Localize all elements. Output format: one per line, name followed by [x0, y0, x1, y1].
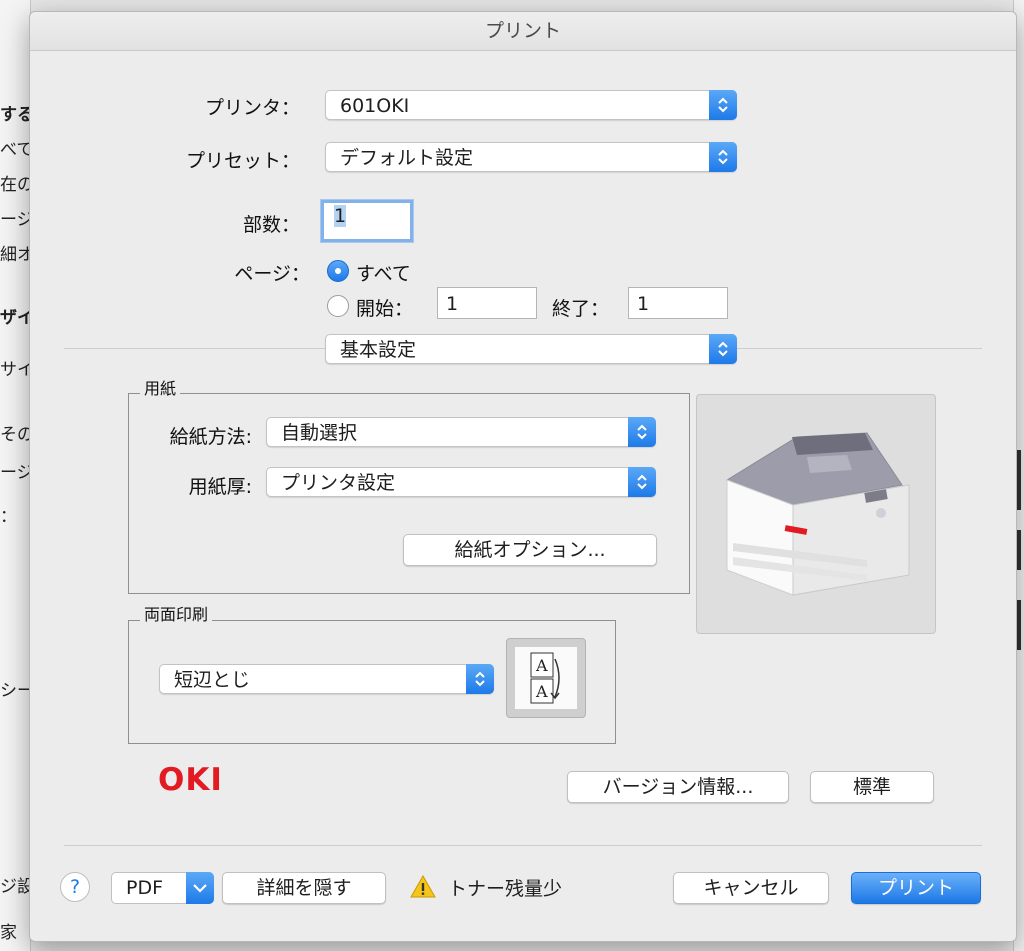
- paper-thickness-label: 用紙厚:: [188, 476, 252, 498]
- hide-details-button[interactable]: 詳細を隠す: [222, 872, 386, 904]
- updown-chevron-icon: [709, 90, 737, 120]
- hide-details-label: 詳細を隠す: [256, 877, 352, 899]
- copies-value: 1: [334, 205, 347, 227]
- printer-illustration-icon: [725, 432, 910, 596]
- status-text: トナー残量少: [448, 878, 563, 900]
- paper-source-value: 自動選択: [281, 422, 358, 444]
- updown-chevron-icon: [709, 142, 737, 172]
- print-dialog: プリント プリンタ： 601OKI プリセット： デフォルト設定 部数： 1 ペ…: [29, 11, 1017, 942]
- panel-select[interactable]: 基本設定: [325, 334, 737, 364]
- preset-label: プリセット：: [185, 150, 300, 172]
- duplex-icon-letter: A: [535, 656, 548, 675]
- paper-group-title: 用紙: [140, 375, 181, 399]
- updown-chevron-icon: [628, 467, 656, 497]
- cancel-label: キャンセル: [703, 877, 799, 899]
- pages-to-value: 1: [637, 293, 650, 315]
- print-button[interactable]: プリント: [851, 872, 981, 904]
- duplex-value: 短辺とじ: [174, 669, 251, 691]
- version-info-label: バージョン情報...: [602, 776, 754, 798]
- pages-from-label: 開始：: [356, 298, 414, 320]
- preset-select[interactable]: デフォルト設定: [325, 142, 737, 172]
- copies-field[interactable]: 1: [321, 200, 413, 242]
- dialog-title: プリント: [30, 12, 1016, 51]
- print-label: プリント: [877, 877, 954, 899]
- background-sidebar: するペ べて 在の ージ 細オ ザイ サイ その印 ージ ： シー ジ設 家: [0, 0, 51, 951]
- paper-source-select[interactable]: 自動選択: [266, 417, 656, 447]
- duplex-group-title: 両面印刷: [140, 601, 213, 625]
- chevron-down-icon: [186, 872, 214, 904]
- printer-value: 601OKI: [340, 95, 410, 117]
- duplex-icon-letter: A: [535, 682, 548, 701]
- pdf-menu-button[interactable]: PDF: [111, 872, 214, 904]
- printer-select[interactable]: 601OKI: [325, 90, 737, 120]
- updown-chevron-icon: [709, 334, 737, 364]
- pages-all-label: すべて: [356, 263, 411, 285]
- warning-icon: [410, 874, 436, 898]
- paper-options-button[interactable]: 給紙オプション...: [403, 534, 657, 566]
- copies-label: 部数：: [242, 214, 300, 236]
- updown-chevron-icon: [628, 417, 656, 447]
- oki-logo: OKI: [158, 762, 223, 798]
- short-edge-binding-icon: A A: [506, 638, 586, 718]
- pages-all-radio[interactable]: [327, 260, 349, 282]
- panel-value: 基本設定: [340, 339, 417, 361]
- printer-image: [696, 394, 936, 634]
- defaults-label: 標準: [852, 776, 891, 798]
- paper-thickness-value: プリンタ設定: [281, 472, 396, 494]
- pages-to-label: 終了：: [552, 298, 610, 320]
- background-text: ：: [0, 507, 17, 527]
- pages-label: ページ：: [234, 263, 310, 285]
- updown-chevron-icon: [466, 664, 494, 694]
- preset-value: デフォルト設定: [340, 147, 474, 169]
- pages-to-field[interactable]: 1: [628, 287, 728, 319]
- duplex-select[interactable]: 短辺とじ: [159, 664, 494, 694]
- paper-thickness-select[interactable]: プリンタ設定: [266, 467, 656, 497]
- cancel-button[interactable]: キャンセル: [673, 872, 829, 904]
- paper-options-label: 給紙オプション...: [454, 539, 606, 561]
- pages-from-field[interactable]: 1: [437, 287, 537, 319]
- version-info-button[interactable]: バージョン情報...: [567, 771, 789, 803]
- help-button[interactable]: ?: [60, 872, 90, 902]
- printer-label: プリンタ：: [204, 97, 300, 119]
- pages-from-value: 1: [446, 293, 459, 315]
- footer-divider: [64, 845, 982, 846]
- pdf-label: PDF: [126, 877, 164, 899]
- paper-source-label: 給紙方法:: [169, 426, 252, 448]
- pages-range-radio[interactable]: [327, 295, 349, 317]
- defaults-button[interactable]: 標準: [810, 771, 934, 803]
- background-text: 家: [0, 923, 17, 943]
